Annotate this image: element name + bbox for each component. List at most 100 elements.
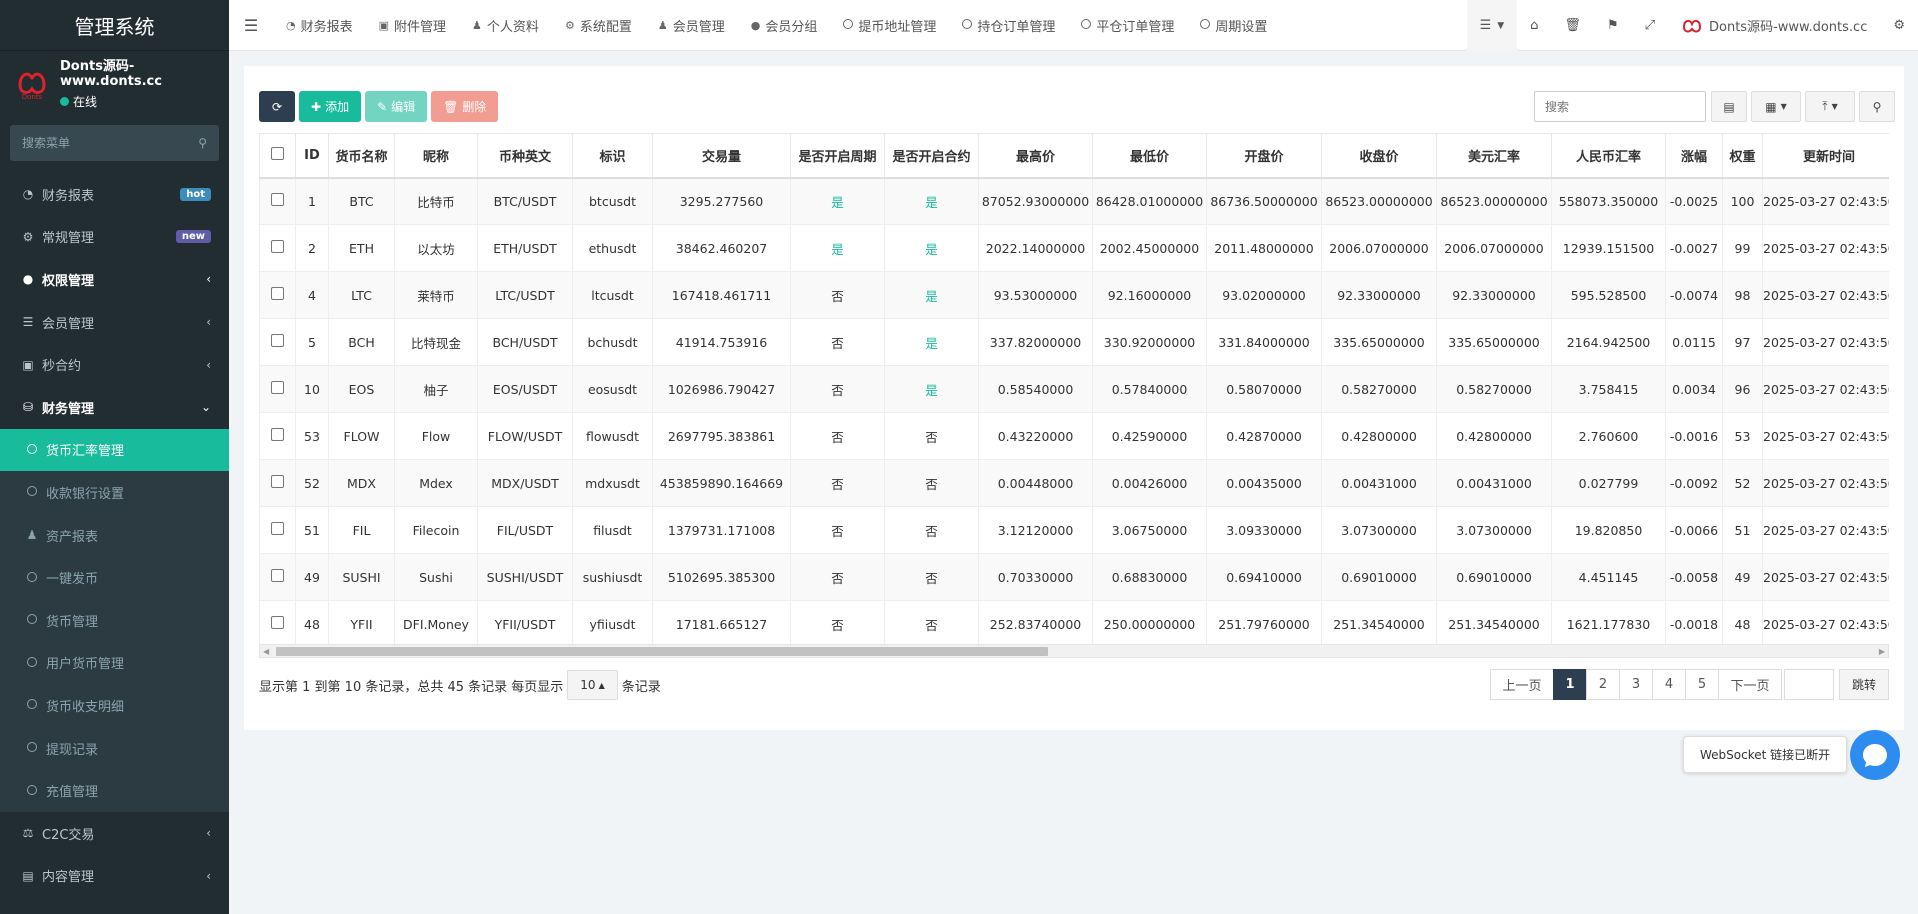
column-header[interactable]: 币种英文 — [477, 133, 573, 179]
sidebar-subitem-recharge[interactable]: 充值管理 — [0, 769, 229, 812]
table-row[interactable]: 48 YFII DFI.Money YFII/USDT yfiiusdt 17181.66… — [259, 600, 1889, 648]
page-button[interactable]: 1 — [1553, 669, 1587, 700]
row-checkbox[interactable] — [271, 569, 284, 582]
sidebar-subitem-issue[interactable]: 一键发币 — [0, 556, 229, 599]
table-search-input[interactable] — [1534, 91, 1706, 122]
sidebar-subitem-withdraw[interactable]: 提现记录 — [0, 727, 229, 770]
scroll-right-icon[interactable]: ▶ — [1879, 645, 1885, 658]
jump-page-input[interactable] — [1784, 669, 1834, 700]
tab-cycle-settings[interactable]: 周期设置 — [1187, 0, 1280, 51]
column-header[interactable]: 是否开启合约 — [884, 133, 979, 179]
tab-member-group[interactable]: ● 会员分组 — [738, 0, 831, 51]
column-header[interactable]: 最高价 — [978, 133, 1093, 179]
column-header[interactable]: 涨幅 — [1665, 133, 1723, 179]
search-icon[interactable]: ⚲ — [198, 136, 207, 150]
column-header[interactable]: 最低价 — [1092, 133, 1207, 179]
column-header[interactable]: 昵称 — [394, 133, 478, 179]
page-button[interactable]: 4 — [1652, 669, 1686, 700]
tab-profile[interactable]: ♟ 个人资料 — [459, 0, 552, 51]
scrollbar-thumb[interactable] — [276, 647, 1048, 656]
advanced-search-button[interactable]: ⚲ — [1859, 91, 1895, 122]
row-checkbox[interactable] — [271, 193, 284, 207]
page-button[interactable]: 5 — [1685, 669, 1719, 700]
export-button[interactable]: ⤒ ▼ — [1805, 91, 1855, 122]
sidebar-item-finance[interactable]: ⛁ 财务管理 ⌄ — [0, 386, 229, 429]
sidebar-item-c2c[interactable]: ⚖ C2C交易 ‹ — [0, 812, 229, 855]
sidebar-item-finance-report[interactable]: ◔ 财务报表 hot — [0, 173, 229, 216]
table-row[interactable]: 49 SUSHI Sushi SUSHI/USDT sushiusdt 5102695.3… — [259, 553, 1889, 601]
select-all-checkbox[interactable] — [271, 146, 284, 160]
tab-finance-report[interactable]: ◔ 财务报表 — [273, 0, 366, 51]
tab-config[interactable]: ⚙ 系统配置 — [552, 0, 645, 51]
sidebar-subitem-user-currency[interactable]: 用户货币管理 — [0, 642, 229, 685]
column-header[interactable]: 收盘价 — [1321, 133, 1437, 179]
sidebar-subitem-bank[interactable]: 收款银行设置 — [0, 471, 229, 514]
home-icon[interactable]: ⌂ — [1517, 0, 1551, 51]
brand-title[interactable]: 管理系统 — [0, 0, 229, 51]
sidebar-subitem-rate[interactable]: 货币汇率管理 — [0, 428, 229, 472]
page-button[interactable]: 2 — [1586, 669, 1620, 700]
site-user-menu[interactable]: Donts源码-www.donts.cc — [1668, 0, 1880, 51]
tab-position-orders[interactable]: 持仓订单管理 — [949, 0, 1068, 51]
language-icon[interactable]: ⚑ — [1594, 0, 1632, 51]
table-row[interactable]: 5 BCH 比特现金 BCH/USDT bchusdt 41914.753916 否是 337… — [259, 318, 1889, 366]
sidebar-item-general[interactable]: ⚙ 常规管理 new — [0, 216, 229, 259]
column-header[interactable]: ID — [295, 133, 329, 179]
settings-icon[interactable]: ⚙ — [1880, 0, 1918, 51]
tab-close-orders[interactable]: 平仓订单管理 — [1068, 0, 1187, 51]
row-checkbox[interactable] — [271, 522, 284, 535]
fullscreen-icon[interactable]: ⤢ — [1632, 0, 1668, 51]
tab-dropdown-button[interactable]: ☰ ▼ — [1466, 0, 1518, 51]
sidebar-subitem-asset[interactable]: ♟ 资产报表 — [0, 514, 229, 557]
row-checkbox[interactable] — [271, 475, 284, 488]
scroll-left-icon[interactable]: ◀ — [263, 645, 269, 658]
table-row[interactable]: 53 FLOW Flow FLOW/USDT flowusdt 2697795.38386… — [259, 412, 1889, 460]
sidebar-item-content[interactable]: ▤ 内容管理 ‹ — [0, 855, 229, 898]
column-header[interactable]: 美元汇率 — [1436, 133, 1552, 179]
row-checkbox[interactable] — [271, 616, 284, 629]
delete-button[interactable]: 🗑 删除 — [431, 91, 499, 122]
sidebar-subitem-ledger[interactable]: 货币收支明细 — [0, 684, 229, 727]
menu-toggle-icon[interactable]: ☰ — [229, 0, 273, 51]
column-header[interactable]: 交易量 — [652, 133, 791, 179]
menu-search-input[interactable] — [22, 136, 182, 150]
trash-icon[interactable]: 🗑 — [1551, 0, 1594, 51]
row-checkbox[interactable] — [271, 334, 284, 347]
table-row[interactable]: 51 FIL Filecoin FIL/USDT filusdt 1379731.1710… — [259, 506, 1889, 554]
sidebar-item-second-contract[interactable]: ▣ 秒合约 ‹ — [0, 343, 229, 386]
sidebar-item-permission[interactable]: ● 权限管理 ‹ — [0, 258, 229, 301]
column-header[interactable]: 权重 — [1722, 133, 1763, 179]
add-button[interactable]: ✚ 添加 — [299, 91, 362, 122]
column-header[interactable]: 标识 — [572, 133, 653, 179]
table-row[interactable]: 4 LTC 莱特币 LTC/USDT ltcusdt 167418.461711 否是 93.… — [259, 271, 1889, 319]
page-button[interactable]: 3 — [1619, 669, 1653, 700]
column-header[interactable]: 货币名称 — [328, 133, 395, 179]
columns-button[interactable]: ▦ ▼ — [1751, 91, 1801, 122]
row-checkbox[interactable] — [271, 381, 284, 394]
jump-button[interactable]: 跳转 — [1839, 669, 1889, 700]
toggle-view-button[interactable]: ▤ — [1711, 91, 1747, 122]
tab-member[interactable]: ♟ 会员管理 — [645, 0, 738, 51]
column-header[interactable]: 是否开启周期 — [790, 133, 885, 179]
sidebar-subitem-currency[interactable]: 货币管理 — [0, 599, 229, 642]
refresh-button[interactable]: ⟳ — [259, 91, 295, 122]
prev-page-button[interactable]: 上一页 — [1490, 669, 1554, 700]
column-header[interactable]: 开盘价 — [1206, 133, 1322, 179]
table-row[interactable]: 52 MDX Mdex MDX/USDT mdxusdt 453859890.164669… — [259, 459, 1889, 507]
column-header[interactable]: 更新时间 — [1762, 133, 1889, 179]
page-size-dropdown[interactable]: 10 ▲ — [567, 670, 618, 700]
table-row[interactable]: 1 BTC 比特币 BTC/USDT btcusdt 3295.277560 是是 87052… — [259, 177, 1889, 225]
tab-attachment[interactable]: ▣ 附件管理 — [366, 0, 459, 51]
row-checkbox[interactable] — [271, 287, 284, 300]
row-checkbox[interactable] — [271, 428, 284, 441]
table-row[interactable]: 2 ETH 以太坊 ETH/USDT ethusdt 38462.460207 是是 2022… — [259, 224, 1889, 272]
horizontal-scrollbar[interactable]: ◀ ▶ — [259, 644, 1889, 658]
table-row[interactable]: 10 EOS 柚子 EOS/USDT eosusdt 1026986.790427 否是 0.… — [259, 365, 1889, 413]
tab-withdraw-address[interactable]: 提币地址管理 — [830, 0, 949, 51]
sidebar-item-member[interactable]: ☰ 会员管理 ‹ — [0, 301, 229, 344]
column-header[interactable]: 人民币汇率 — [1551, 133, 1666, 179]
next-page-button[interactable]: 下一页 — [1718, 669, 1782, 700]
edit-button[interactable]: ✎ 编辑 — [365, 91, 428, 122]
row-checkbox[interactable] — [271, 240, 284, 253]
chat-bubble-icon[interactable] — [1850, 730, 1900, 780]
